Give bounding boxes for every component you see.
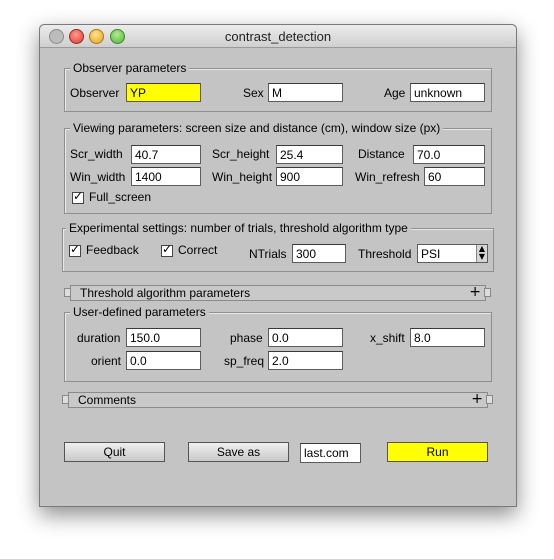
threshold-section-right-cap: [484, 288, 491, 297]
sex-label: Sex: [243, 86, 264, 100]
x-shift-label: x_shift: [370, 331, 405, 345]
full-screen-label: Full_screen: [89, 190, 152, 204]
scr-height-field[interactable]: 25.4: [276, 145, 343, 164]
feedback-label: Feedback: [86, 243, 139, 257]
scr-height-label: Scr_height: [212, 147, 270, 161]
app-window: contrast_detection Observer parameters O…: [39, 24, 517, 507]
threshold-section-label: Threshold algorithm parameters: [80, 286, 251, 300]
filename-field[interactable]: last.com: [300, 443, 361, 463]
run-button[interactable]: Run: [387, 442, 488, 462]
viewing-legend: Viewing parameters: screen size and dist…: [70, 121, 444, 135]
feedback-checkbox[interactable]: [69, 242, 81, 257]
comments-section-label: Comments: [78, 393, 137, 407]
title-bar[interactable]: contrast_detection: [40, 25, 516, 48]
user-defined-legend: User-defined parameters: [70, 305, 209, 319]
ntrials-label: NTrials: [249, 247, 287, 261]
experimental-legend: Experimental settings: number of trials,…: [66, 221, 411, 235]
observer-legend: Observer parameters: [70, 61, 190, 75]
win-height-field[interactable]: 900: [276, 167, 343, 186]
win-width-field[interactable]: 1400: [131, 167, 201, 186]
user-defined-group: User-defined parameters: [64, 305, 492, 382]
quit-button[interactable]: Quit: [64, 442, 165, 462]
duration-label: duration: [77, 331, 121, 345]
observer-label: Observer: [70, 86, 120, 100]
threshold-section-header[interactable]: Threshold algorithm parameters +: [70, 284, 486, 301]
correct-checkbox[interactable]: [161, 242, 173, 257]
expand-plus-icon[interactable]: +: [469, 284, 481, 300]
duration-field[interactable]: 150.0: [126, 328, 201, 347]
correct-label: Correct: [178, 243, 218, 257]
age-field[interactable]: unknown: [410, 83, 485, 102]
distance-label: Distance: [358, 147, 405, 161]
age-label: Age: [384, 86, 406, 100]
distance-field[interactable]: 70.0: [413, 145, 485, 164]
save-as-button[interactable]: Save as: [188, 442, 289, 462]
win-width-label: Win_width: [70, 170, 126, 184]
threshold-select-value: PSI: [421, 247, 441, 261]
ntrials-field[interactable]: 300: [292, 244, 346, 263]
phase-label: phase: [230, 331, 263, 345]
win-height-label: Win_height: [212, 170, 273, 184]
orient-field[interactable]: 0.0: [126, 351, 201, 370]
sp-freq-field[interactable]: 2.0: [268, 351, 343, 370]
threshold-label: Threshold: [358, 247, 412, 261]
observer-field[interactable]: YP: [126, 83, 201, 102]
x-shift-field[interactable]: 8.0: [410, 328, 485, 347]
win-refresh-label: Win_refresh: [355, 170, 420, 184]
comments-section-header[interactable]: Comments +: [68, 391, 488, 408]
scr-width-label: Scr_width: [70, 147, 123, 161]
sex-field[interactable]: M: [268, 83, 343, 102]
dropdown-arrow-icon: ▲ ▼: [476, 245, 487, 262]
full-screen-checkbox[interactable]: [72, 189, 84, 204]
scr-width-field[interactable]: 40.7: [131, 145, 201, 164]
orient-label: orient: [91, 354, 122, 368]
sp-freq-label: sp_freq: [224, 354, 265, 368]
window-title: contrast_detection: [224, 29, 332, 44]
comments-section-right-cap: [486, 395, 493, 404]
win-refresh-field[interactable]: 60: [424, 167, 485, 186]
expand-plus-icon[interactable]: +: [471, 391, 483, 407]
phase-field[interactable]: 0.0: [268, 328, 343, 347]
threshold-select[interactable]: PSI ▲ ▼: [417, 244, 488, 263]
